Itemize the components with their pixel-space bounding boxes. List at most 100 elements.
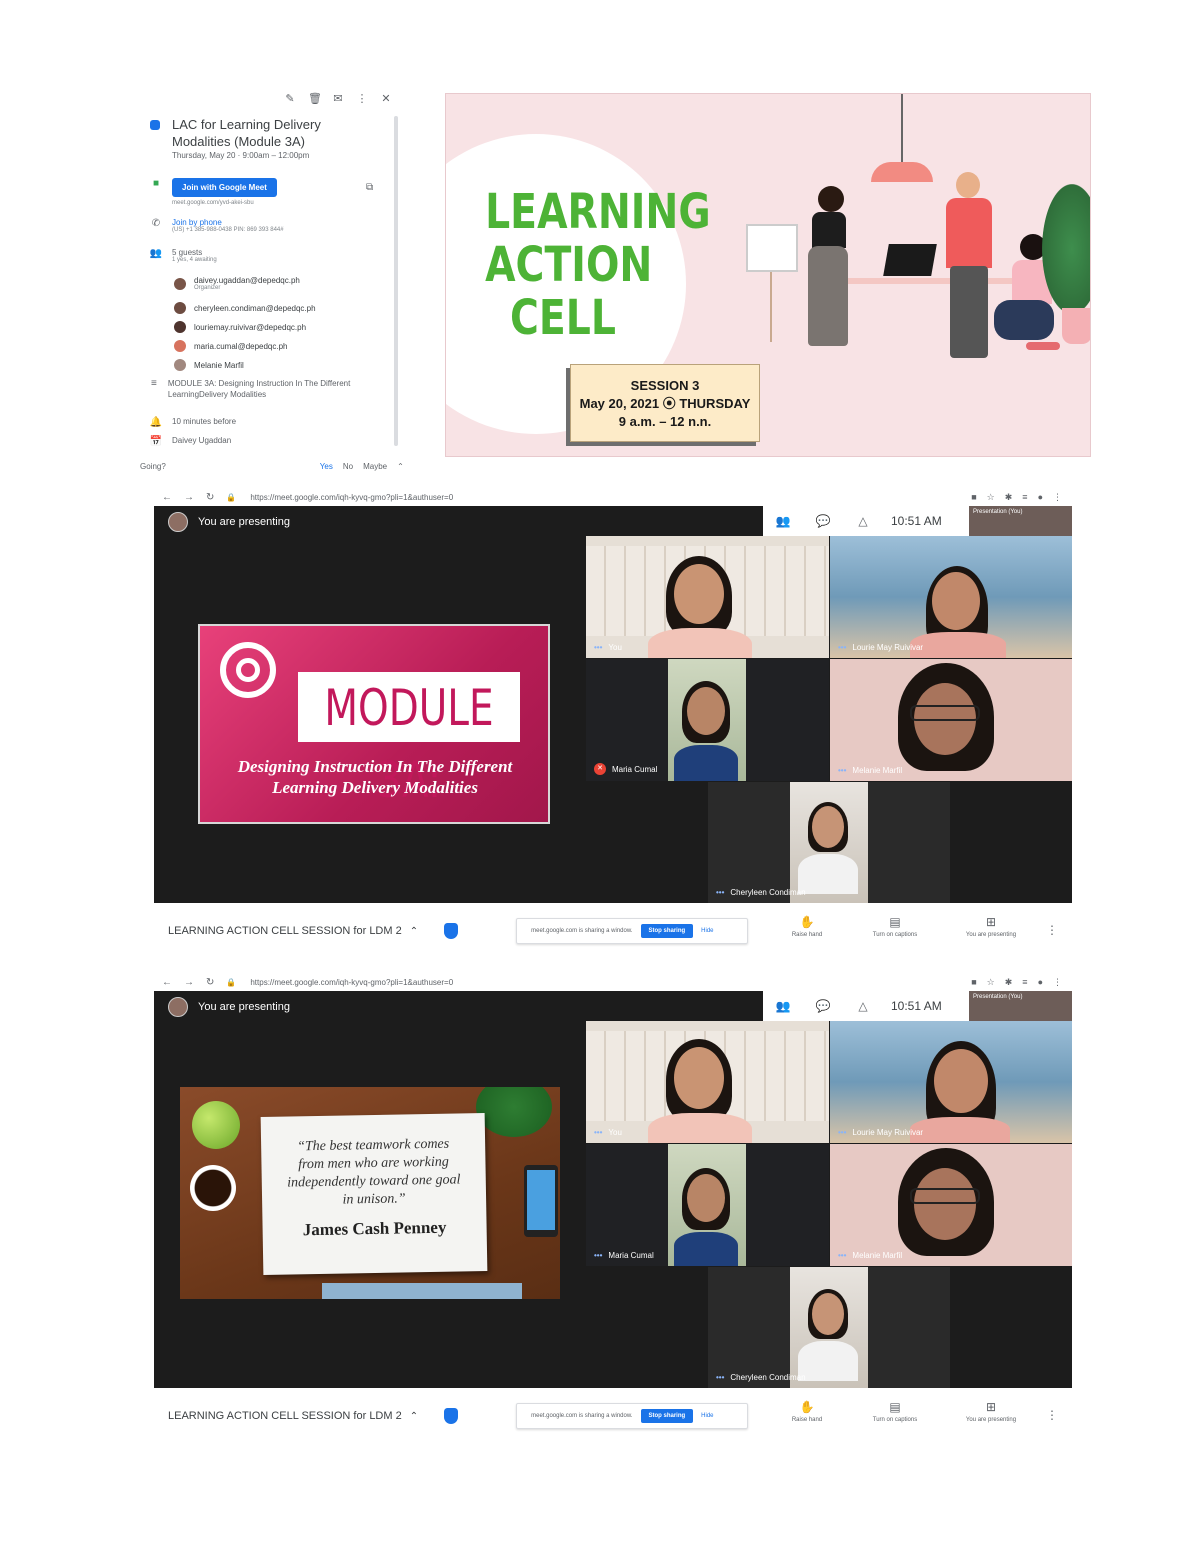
copy-icon[interactable]: ⧉ xyxy=(366,182,373,193)
playlist-icon[interactable]: ≡ xyxy=(1022,492,1027,503)
sharing-banner: meet.google.com is sharing a window. Sto… xyxy=(516,918,749,944)
back-icon[interactable]: ← xyxy=(162,977,172,988)
participant-body xyxy=(910,632,1006,658)
more-icon[interactable]: ⋮ xyxy=(356,92,368,105)
star-icon[interactable]: ☆ xyxy=(987,492,995,503)
browser-menu-icon[interactable]: ⋮ xyxy=(1053,977,1062,988)
guest-item[interactable]: daivey.ugaddan@depedqc.ph Organizer xyxy=(174,276,300,291)
chevron-up-icon[interactable]: ⌃ xyxy=(410,926,418,937)
participant-tile[interactable]: ••• Lourie May Ruivivar xyxy=(830,1021,1072,1143)
participant-face xyxy=(914,1168,976,1240)
presenting-indicator: You are presenting xyxy=(168,512,290,532)
extension-icon[interactable]: ✱ xyxy=(1005,492,1013,503)
rsvp-maybe-button[interactable]: Maybe xyxy=(363,462,387,471)
participant-face xyxy=(934,1049,988,1113)
extension-icon[interactable]: ✱ xyxy=(1005,977,1013,988)
camera-icon[interactable]: ■ xyxy=(971,492,976,503)
participant-face xyxy=(687,1174,725,1222)
present-button[interactable]: ⊞ You are presenting xyxy=(956,915,1026,938)
reload-icon[interactable]: ↻ xyxy=(206,492,214,503)
more-options-icon[interactable]: ⋮ xyxy=(1046,923,1058,937)
shield-icon[interactable] xyxy=(444,923,459,939)
hide-button[interactable]: Hide xyxy=(701,928,713,934)
people-icon[interactable]: 👥 xyxy=(763,514,803,528)
stop-sharing-button[interactable]: Stop sharing xyxy=(640,1409,694,1423)
guest-email: daivey.ugaddan@depedqc.ph xyxy=(194,276,300,285)
participant-tile[interactable]: ••• Melanie Marfil xyxy=(830,1144,1072,1266)
forward-icon[interactable]: → xyxy=(184,977,194,988)
back-icon[interactable]: ← xyxy=(162,492,172,503)
stop-sharing-button[interactable]: Stop sharing xyxy=(640,924,694,938)
avatar xyxy=(174,321,186,333)
reload-icon[interactable]: ↻ xyxy=(206,977,214,988)
participant-tile[interactable]: ••• You xyxy=(586,536,829,658)
self-presentation-thumbnail[interactable]: Presentation (You) xyxy=(969,506,1072,536)
chat-icon[interactable]: 💬 xyxy=(803,514,843,528)
url-bar[interactable]: https://meet.google.com/iqh-kyvq-gmo?pli… xyxy=(250,493,453,502)
self-presentation-thumbnail[interactable]: Presentation (You) xyxy=(969,991,1072,1021)
scrollbar[interactable] xyxy=(394,116,398,446)
activities-icon[interactable]: △ xyxy=(843,514,883,528)
calendar-event-card: ✎ 🗑 ✉ ⋮ ✕ LAC for Learning Delivery Moda… xyxy=(134,86,404,478)
profile-icon[interactable]: ● xyxy=(1038,977,1043,988)
participant-tile[interactable]: ••• Cheryleen Condiman xyxy=(708,1267,950,1388)
rsvp-no-button[interactable]: No xyxy=(343,462,353,471)
apple-illustration xyxy=(192,1101,240,1149)
participant-tile[interactable]: ••• Lourie May Ruivivar xyxy=(830,536,1072,658)
going-label: Going? xyxy=(140,462,166,471)
hide-button[interactable]: Hide xyxy=(701,1413,713,1419)
shield-icon[interactable] xyxy=(444,1408,459,1424)
captions-button[interactable]: ▤ Turn on captions xyxy=(860,915,930,938)
meeting-name[interactable]: LEARNING ACTION CELL SESSION for LDM 2 xyxy=(168,925,402,937)
pencil-icon[interactable]: ✎ xyxy=(284,92,296,105)
close-icon[interactable]: ✕ xyxy=(380,92,392,105)
guest-item[interactable]: Melanie Marfil xyxy=(174,359,244,371)
phone-icon: ✆ xyxy=(151,218,161,229)
meet-topbar: 👥 💬 △ 10:51 AM xyxy=(763,506,969,536)
participant-tile[interactable]: ••• Melanie Marfil xyxy=(830,659,1072,781)
trash-icon[interactable]: 🗑 xyxy=(308,92,322,105)
url-bar[interactable]: https://meet.google.com/iqh-kyvq-gmo?pli… xyxy=(250,978,453,987)
plant-illustration xyxy=(476,1087,552,1137)
captions-button[interactable]: ▤ Turn on captions xyxy=(860,1400,930,1423)
raise-hand-button[interactable]: ✋ Raise hand xyxy=(772,1400,842,1423)
participant-name: ••• You xyxy=(594,1128,622,1137)
guest-item[interactable]: cheryleen.condiman@depedqc.ph xyxy=(174,302,316,314)
stool-illustration xyxy=(1026,342,1060,350)
join-by-phone-link[interactable]: Join by phone xyxy=(172,218,284,227)
people-icon[interactable]: 👥 xyxy=(763,999,803,1013)
avatar xyxy=(174,359,186,371)
forward-icon[interactable]: → xyxy=(184,492,194,503)
chevron-up-icon[interactable]: ⌃ xyxy=(397,462,404,471)
camera-icon[interactable]: ■ xyxy=(971,977,976,988)
chevron-up-icon[interactable]: ⌃ xyxy=(410,1411,418,1422)
lamp-icon xyxy=(871,162,933,182)
browser-bar: ← → ↻ 🔒 https://meet.google.com/iqh-kyvq… xyxy=(154,973,1072,991)
participant-body xyxy=(910,1117,1010,1143)
playlist-icon[interactable]: ≡ xyxy=(1022,977,1027,988)
participant-tile[interactable]: ••• Cheryleen Condiman xyxy=(708,782,950,903)
participant-tile[interactable]: ✕ Maria Cumal xyxy=(586,659,829,781)
browser-menu-icon[interactable]: ⋮ xyxy=(1053,492,1062,503)
participant-tile[interactable]: ••• You xyxy=(586,1021,829,1143)
chat-icon[interactable]: 💬 xyxy=(803,999,843,1013)
more-options-icon[interactable]: ⋮ xyxy=(1046,1408,1058,1422)
star-icon[interactable]: ☆ xyxy=(987,977,995,988)
raise-hand-button[interactable]: ✋ Raise hand xyxy=(772,915,842,938)
guest-item[interactable]: maria.cumal@depedqc.ph xyxy=(174,340,288,352)
desk-illustration xyxy=(841,278,1031,284)
calendar-icon: 📅 xyxy=(149,436,163,447)
participant-tile[interactable]: ••• Maria Cumal xyxy=(586,1144,829,1266)
join-meet-button[interactable]: Join with Google Meet xyxy=(172,178,277,197)
captions-icon: ▤ xyxy=(889,915,901,929)
meet-link[interactable]: meet.google.com/yvd-akei-sbu xyxy=(172,200,277,206)
guest-item[interactable]: louriemay.ruivivar@depedqc.ph xyxy=(174,321,306,333)
rsvp-yes-button[interactable]: Yes xyxy=(320,462,333,471)
participant-name: ••• You xyxy=(594,643,622,652)
profile-icon[interactable]: ● xyxy=(1038,492,1043,503)
meeting-name[interactable]: LEARNING ACTION CELL SESSION for LDM 2 xyxy=(168,1410,402,1422)
activities-icon[interactable]: △ xyxy=(843,999,883,1013)
mail-icon[interactable]: ✉ xyxy=(332,92,344,105)
present-button[interactable]: ⊞ You are presenting xyxy=(956,1400,1026,1423)
meet-row: ■ Join with Google Meet meet.google.com/… xyxy=(148,178,277,206)
